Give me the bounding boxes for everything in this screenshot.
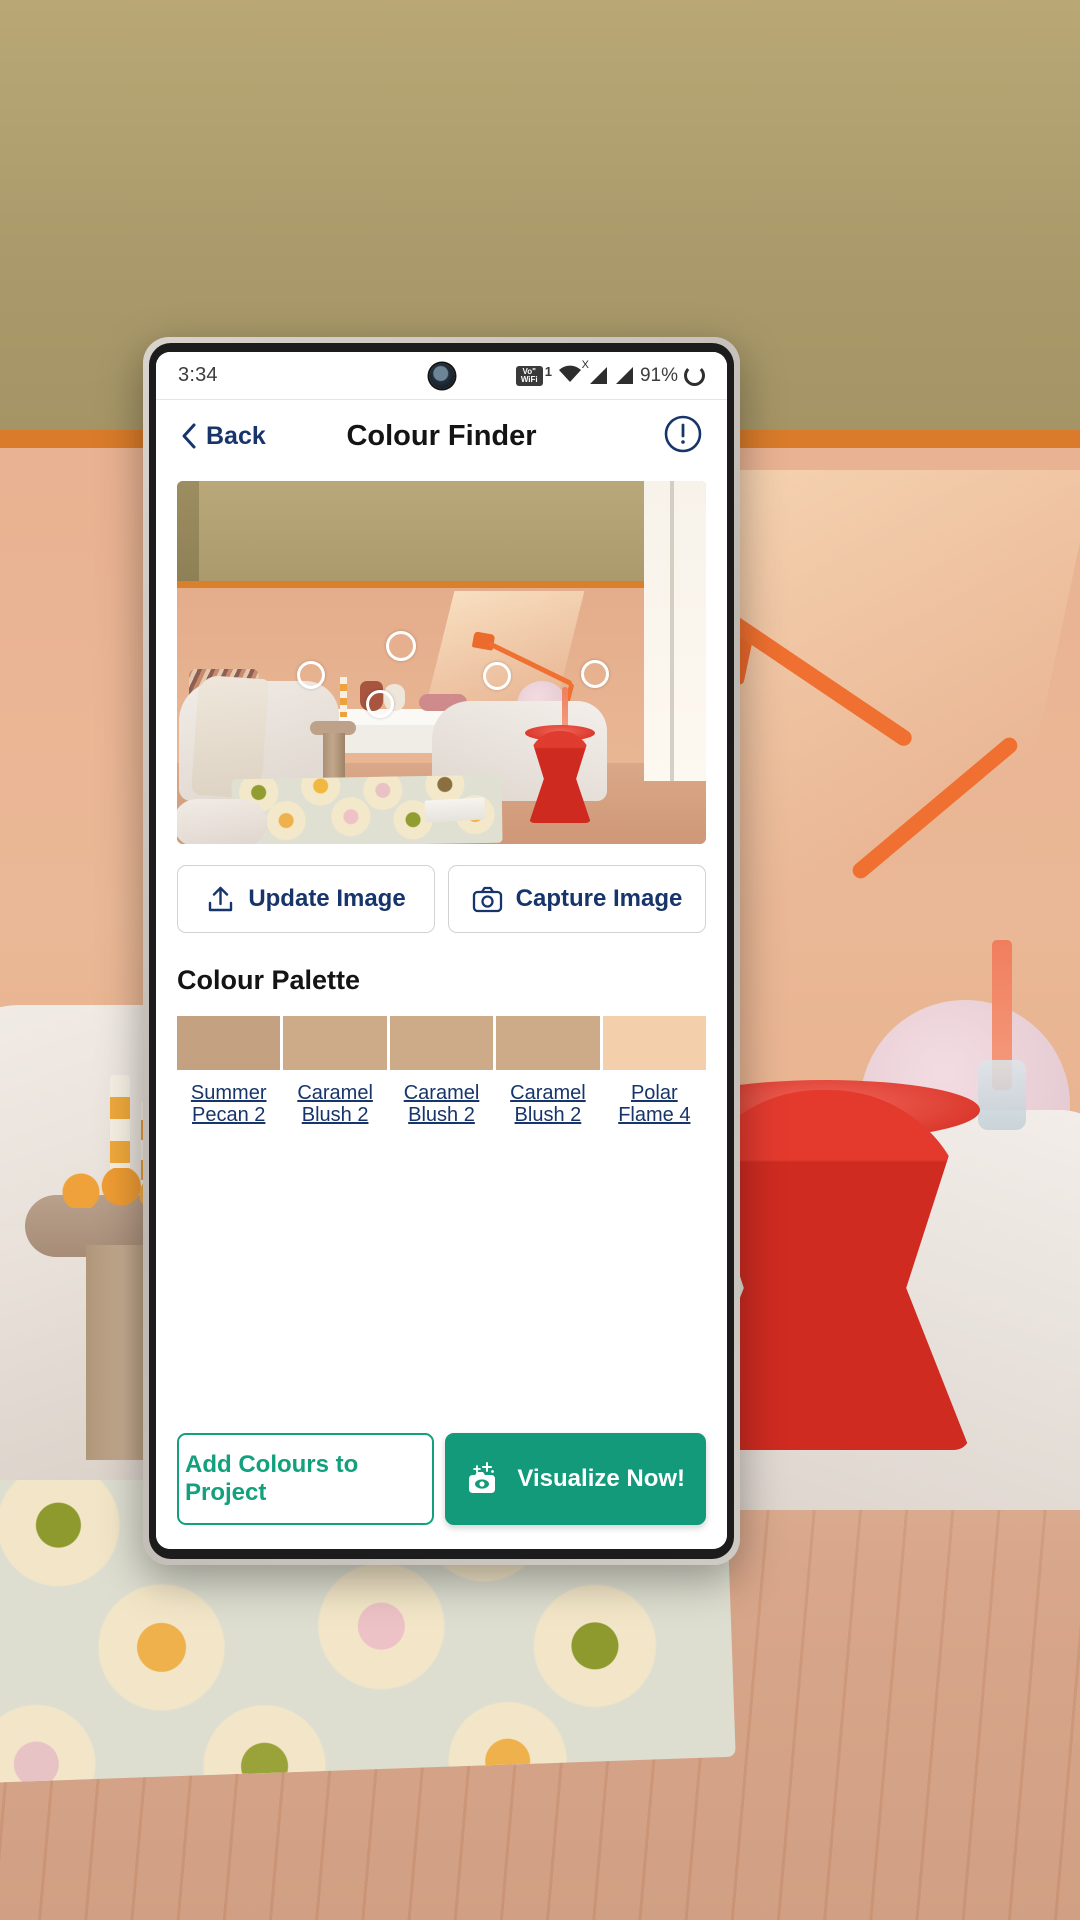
status-bar: 3:34 Vo" WiFi 1 X 91% — [156, 352, 727, 399]
phone-bezel: 3:34 Vo" WiFi 1 X 91% Back Colour Finder… — [149, 343, 734, 1559]
visualize-now-button[interactable]: Visualize Now! — [445, 1433, 706, 1525]
sim-slot-badge: 1 — [544, 363, 552, 379]
colour-swatch-name-line1: Caramel — [297, 1082, 373, 1104]
colour-swatch-2[interactable]: Caramel Blush 2 — [283, 1016, 387, 1127]
main-content: Update Image Capture Image Colour Palett… — [156, 472, 727, 1549]
marker-2[interactable] — [386, 631, 416, 661]
capture-image-button[interactable]: Capture Image — [448, 865, 706, 933]
colour-swatch-name-line1: Polar — [630, 1082, 678, 1104]
marker-3[interactable] — [366, 690, 394, 718]
battery-ring-icon — [684, 365, 705, 386]
colour-swatch-name[interactable]: Summer Pecan 2 — [191, 1082, 267, 1127]
colour-swatch-name-line2: Blush 2 — [301, 1104, 369, 1127]
battery-percent-label: 91% — [639, 364, 678, 386]
image-action-row: Update Image Capture Image — [177, 865, 706, 933]
colour-swatch-name[interactable]: Caramel Blush 2 — [404, 1082, 480, 1127]
info-button[interactable] — [663, 414, 703, 459]
vowifi-bottom-text: WiFi — [520, 374, 538, 384]
back-button-label: Back — [206, 421, 266, 450]
colour-swatch-name[interactable]: Polar Flame 4 — [618, 1082, 690, 1127]
camera-eye-sparkle-icon — [469, 1462, 496, 1493]
colour-swatch-4[interactable]: Caramel Blush 2 — [496, 1016, 600, 1127]
exclamation-circle-icon — [664, 415, 702, 452]
status-bar-clock: 3:34 — [178, 364, 218, 386]
colour-swatch-chip[interactable] — [602, 1016, 707, 1070]
marker-1[interactable] — [297, 661, 325, 689]
status-bar-icons: Vo" WiFi 1 X 91% — [515, 359, 705, 388]
preview-window — [644, 481, 706, 781]
update-image-button[interactable]: Update Image — [177, 865, 435, 933]
colour-swatch-5[interactable]: Polar Flame 4 — [602, 1016, 707, 1127]
colour-swatch-row: Summer Pecan 2 Caramel Blush 2 Caramel Blush … — [177, 1016, 707, 1127]
signal-bars-icon-1 — [589, 367, 607, 384]
wifi-icon: X — [558, 359, 589, 388]
background-glass-candle-holder — [978, 1060, 1026, 1130]
upload-icon — [209, 886, 233, 911]
capture-image-label: Capture Image — [515, 885, 683, 912]
bottom-action-row: Add Colours to Project Visualize Now! — [177, 1433, 706, 1525]
colour-swatch-name-line2: Blush 2 — [408, 1104, 475, 1127]
add-colours-to-project-button[interactable]: Add Colours to Project — [177, 1433, 435, 1525]
colour-swatch-chip[interactable] — [496, 1016, 600, 1070]
back-button[interactable]: Back — [180, 422, 266, 451]
preview-striped-candle — [340, 677, 347, 717]
room-preview-image[interactable] — [177, 481, 706, 844]
preview-side-stool-stem — [323, 733, 345, 779]
marker-4[interactable] — [483, 662, 511, 690]
add-colours-label: Add Colours to Project — [185, 1451, 359, 1506]
phone-device-frame: 3:34 Vo" WiFi 1 X 91% Back Colour Finder… — [143, 337, 740, 1565]
vowifi-icon: Vo" WiFi — [515, 365, 543, 386]
colour-swatch-name-line2: Flame 4 — [618, 1104, 691, 1127]
colour-swatch-name[interactable]: Caramel Blush 2 — [510, 1082, 586, 1127]
colour-swatch-name-line2: Pecan 2 — [192, 1104, 266, 1127]
preview-wall-corner — [177, 481, 199, 591]
colour-swatch-name-line1: Summer — [190, 1082, 267, 1104]
preview-wall-stripe — [177, 581, 706, 588]
update-image-label: Update Image — [248, 885, 406, 912]
colour-swatch-name[interactable]: Caramel Blush 2 — [297, 1082, 373, 1127]
camera-icon — [472, 886, 502, 912]
signal-bars-icon-2 — [615, 367, 633, 384]
preview-open-book — [424, 797, 486, 823]
colour-swatch-3[interactable]: Caramel Blush 2 — [389, 1016, 494, 1127]
app-header: Back Colour Finder — [156, 400, 727, 472]
colour-swatch-1[interactable]: Summer Pecan 2 — [177, 1016, 281, 1127]
colour-swatch-chip[interactable] — [283, 1016, 387, 1070]
front-camera-punch-hole — [429, 363, 454, 388]
preview-ottoman — [177, 799, 267, 844]
wifi-disconnected-x: X — [581, 358, 589, 371]
phone-screen: 3:34 Vo" WiFi 1 X 91% Back Colour Finder… — [156, 352, 727, 1549]
colour-swatch-chip[interactable] — [389, 1016, 494, 1070]
marker-5[interactable] — [581, 660, 609, 688]
chevron-left-icon — [182, 423, 196, 449]
colour-palette-heading: Colour Palette — [177, 965, 361, 995]
colour-swatch-name-line1: Caramel — [403, 1082, 480, 1104]
preview-upper-wall — [177, 481, 706, 581]
colour-swatch-name-line1: Caramel — [510, 1082, 586, 1104]
colour-swatch-chip[interactable] — [177, 1016, 281, 1070]
colour-swatch-name-line2: Blush 2 — [514, 1104, 582, 1127]
visualize-now-label: Visualize Now! — [517, 1465, 686, 1492]
